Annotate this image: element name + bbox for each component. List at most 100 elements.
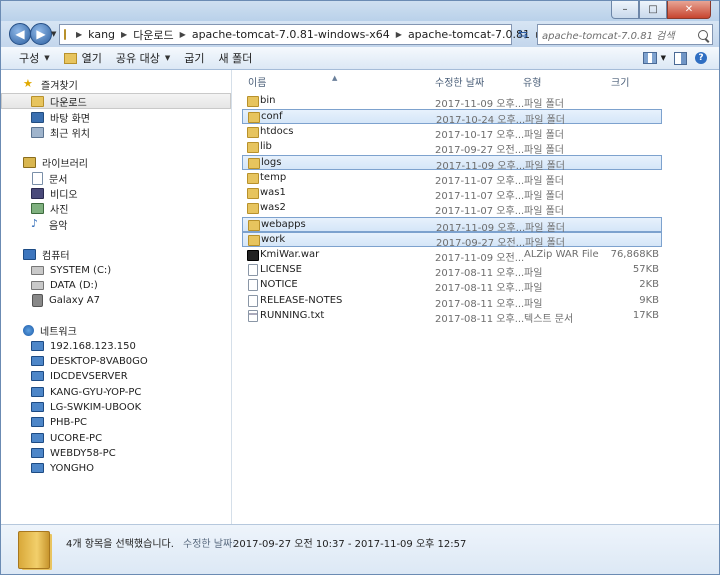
sidebar-item-network-pc[interactable]: 192.168.123.150	[1, 338, 231, 354]
file-row[interactable]: KmiWar.war 2017-11-09 오전... ALZip WAR File…	[242, 248, 662, 264]
file-date: 2017-09-27 오전...	[435, 145, 525, 157]
maximize-button[interactable]: □	[639, 1, 667, 19]
sidebar-item-label: 다운로드	[50, 97, 87, 109]
file-date: 2017-11-09 오전...	[435, 252, 525, 264]
file-row[interactable]: logs 2017-11-09 오후... 파일 폴더	[242, 155, 662, 172]
recent-pages-dropdown-icon[interactable]: ▼	[51, 30, 56, 38]
file-row[interactable]: work 2017-09-27 오전... 파일 폴더	[242, 232, 662, 249]
file-size: 76,868KB	[610, 248, 659, 260]
sidebar-item-downloads[interactable]: 다운로드	[1, 93, 231, 109]
network-globe-icon	[23, 324, 34, 336]
help-icon[interactable]: ?	[695, 52, 707, 64]
file-row[interactable]: was1 2017-11-07 오후... 파일 폴더	[242, 186, 662, 203]
close-button[interactable]: ✕	[667, 1, 711, 19]
breadcrumb-separator-icon[interactable]: ▶	[76, 30, 82, 39]
address-row: ◀ ▶ ▼ ▶ kang ▶ 다운로드 ▶ apache-tomcat-7.0.…	[1, 21, 719, 47]
breadcrumb-separator-icon[interactable]: ▶	[180, 30, 186, 39]
breadcrumb: ▶ kang ▶ 다운로드 ▶ apache-tomcat-7.0.81-win…	[70, 27, 548, 43]
sidebar-item-label: 192.168.123.150	[50, 340, 136, 352]
file-row[interactable]: LICENSE 2017-08-11 오후... 파일 57KB	[242, 263, 662, 279]
open-button[interactable]: 열기	[57, 47, 109, 69]
sidebar-item-label: PHB-PC	[50, 416, 88, 428]
column-headers: ▲ 이름 수정한 날짜 유형 크기	[232, 70, 719, 90]
sidebar-item-label: 최근 위치	[50, 128, 90, 140]
share-button[interactable]: 공유 대상 ▼	[109, 47, 177, 69]
minimize-button[interactable]: –	[611, 1, 639, 19]
sidebar-item-label: YONGHO	[50, 462, 95, 474]
sidebar-item-drive-c[interactable]: SYSTEM (C:)	[1, 262, 231, 278]
network-computer-icon	[31, 448, 44, 458]
file-date: 2017-11-09 오후...	[435, 99, 525, 110]
column-header-size[interactable]: 크기	[611, 74, 629, 89]
file-size: 9KB	[639, 294, 659, 306]
change-view-icon[interactable]	[642, 52, 657, 64]
breadcrumb-item[interactable]: kang	[88, 28, 115, 41]
sidebar-item-pictures[interactable]: 사진	[1, 200, 231, 216]
folder-icon	[247, 203, 259, 215]
selected-folders-icon	[18, 531, 50, 569]
sidebar-item-network-pc[interactable]: PHB-PC	[1, 414, 231, 430]
refresh-icon[interactable]: ⇆	[513, 24, 533, 43]
open-label: 열기	[81, 52, 102, 65]
chevron-down-icon: ▼	[44, 54, 50, 62]
file-row[interactable]: htdocs 2017-10-17 오후... 파일 폴더	[242, 125, 662, 141]
sidebar-item-drive-d[interactable]: DATA (D:)	[1, 277, 231, 293]
file-date: 2017-08-11 오후...	[435, 313, 525, 325]
sidebar-item-documents[interactable]: 문서	[1, 170, 231, 186]
file-row[interactable]: webapps 2017-11-09 오후... 파일 폴더	[242, 216, 662, 234]
search-input[interactable]: apache-tomcat-7.0.81 검색	[537, 24, 713, 45]
sidebar-item-libraries[interactable]: 라이브러리	[1, 154, 231, 170]
breadcrumb-separator-icon[interactable]: ▶	[396, 30, 402, 39]
sidebar-item-network-pc[interactable]: YONGHO	[1, 460, 231, 476]
archive-icon	[247, 249, 259, 261]
sidebar-item-network-pc[interactable]: DESKTOP-8VAB0GO	[1, 353, 231, 369]
network-computer-icon	[31, 417, 44, 427]
back-button[interactable]: ◀	[9, 23, 31, 45]
sidebar-item-galaxy[interactable]: Galaxy A7	[1, 292, 231, 308]
sidebar-item-network-pc[interactable]: IDCDEVSERVER	[1, 368, 231, 384]
organize-button[interactable]: 구성 ▼	[1, 47, 57, 69]
file-size: 57KB	[632, 263, 659, 275]
file-name: RUNNING.txt	[260, 309, 325, 321]
sidebar-item-network[interactable]: 네트워크	[1, 322, 231, 338]
sidebar-item-recent[interactable]: 최근 위치	[1, 124, 231, 140]
column-header-name[interactable]: 이름	[248, 74, 266, 89]
sidebar-item-desktop[interactable]: 바탕 화면	[1, 109, 231, 125]
sidebar-item-network-pc[interactable]: LG-SWKIM-UBOOK	[1, 399, 231, 415]
file-row[interactable]: RELEASE-NOTES 2017-08-11 오후... 파일 9KB	[242, 294, 662, 310]
file-row[interactable]: temp 2017-11-07 오후... 파일 폴더	[242, 171, 662, 187]
file-name: work	[261, 234, 286, 246]
column-header-date[interactable]: 수정한 날짜	[435, 74, 484, 89]
file-row[interactable]: was2 2017-11-07 오후... 파일 폴더	[242, 201, 662, 217]
sidebar-item-network-pc[interactable]: UCORE-PC	[1, 430, 231, 446]
toolbar-right: ▼ ?	[642, 51, 719, 65]
sidebar-item-videos[interactable]: 비디오	[1, 185, 231, 201]
sidebar-item-music[interactable]: ♪ 음악	[1, 216, 231, 232]
sidebar-item-computer[interactable]: 컴퓨터	[1, 246, 231, 262]
sidebar-item-network-pc[interactable]: WEBDY58-PC	[1, 445, 231, 461]
file-row[interactable]: bin 2017-11-09 오후... 파일 폴더	[242, 94, 662, 110]
column-header-type[interactable]: 유형	[523, 74, 541, 89]
desktop-icon	[31, 111, 44, 123]
breadcrumb-item[interactable]: apache-tomcat-7.0.81	[408, 28, 530, 41]
breadcrumb-separator-icon[interactable]: ▶	[121, 30, 127, 39]
file-row[interactable]: lib 2017-09-27 오전... 파일 폴더	[242, 140, 662, 157]
file-row[interactable]: NOTICE 2017-08-11 오후... 파일 2KB	[242, 278, 662, 294]
preview-pane-icon[interactable]	[674, 51, 687, 65]
breadcrumb-item[interactable]: apache-tomcat-7.0.81-windows-x64	[192, 28, 390, 41]
new-folder-button[interactable]: 새 폴더	[212, 47, 260, 69]
forward-button[interactable]: ▶	[30, 23, 52, 45]
sidebar-item-favorites[interactable]: ★ 즐겨찾기	[1, 76, 231, 92]
file-row[interactable]: conf 2017-10-24 오후... 파일 폴더	[242, 109, 662, 126]
address-bar[interactable]: ▶ kang ▶ 다운로드 ▶ apache-tomcat-7.0.81-win…	[59, 24, 558, 45]
folder-icon	[247, 96, 259, 107]
library-icon	[23, 156, 36, 168]
search-icon[interactable]	[698, 29, 708, 40]
file-type: 파일 폴더	[524, 191, 564, 203]
view-dropdown-icon[interactable]: ▼	[661, 54, 666, 62]
burn-button[interactable]: 굽기	[177, 47, 211, 69]
breadcrumb-item[interactable]: 다운로드	[133, 27, 173, 43]
sidebar-item-network-pc[interactable]: KANG-GYU-YOP-PC	[1, 384, 231, 400]
file-row[interactable]: RUNNING.txt 2017-08-11 오후... 텍스트 문서 17KB	[242, 309, 662, 325]
sidebar-item-label: IDCDEVSERVER	[50, 370, 128, 382]
